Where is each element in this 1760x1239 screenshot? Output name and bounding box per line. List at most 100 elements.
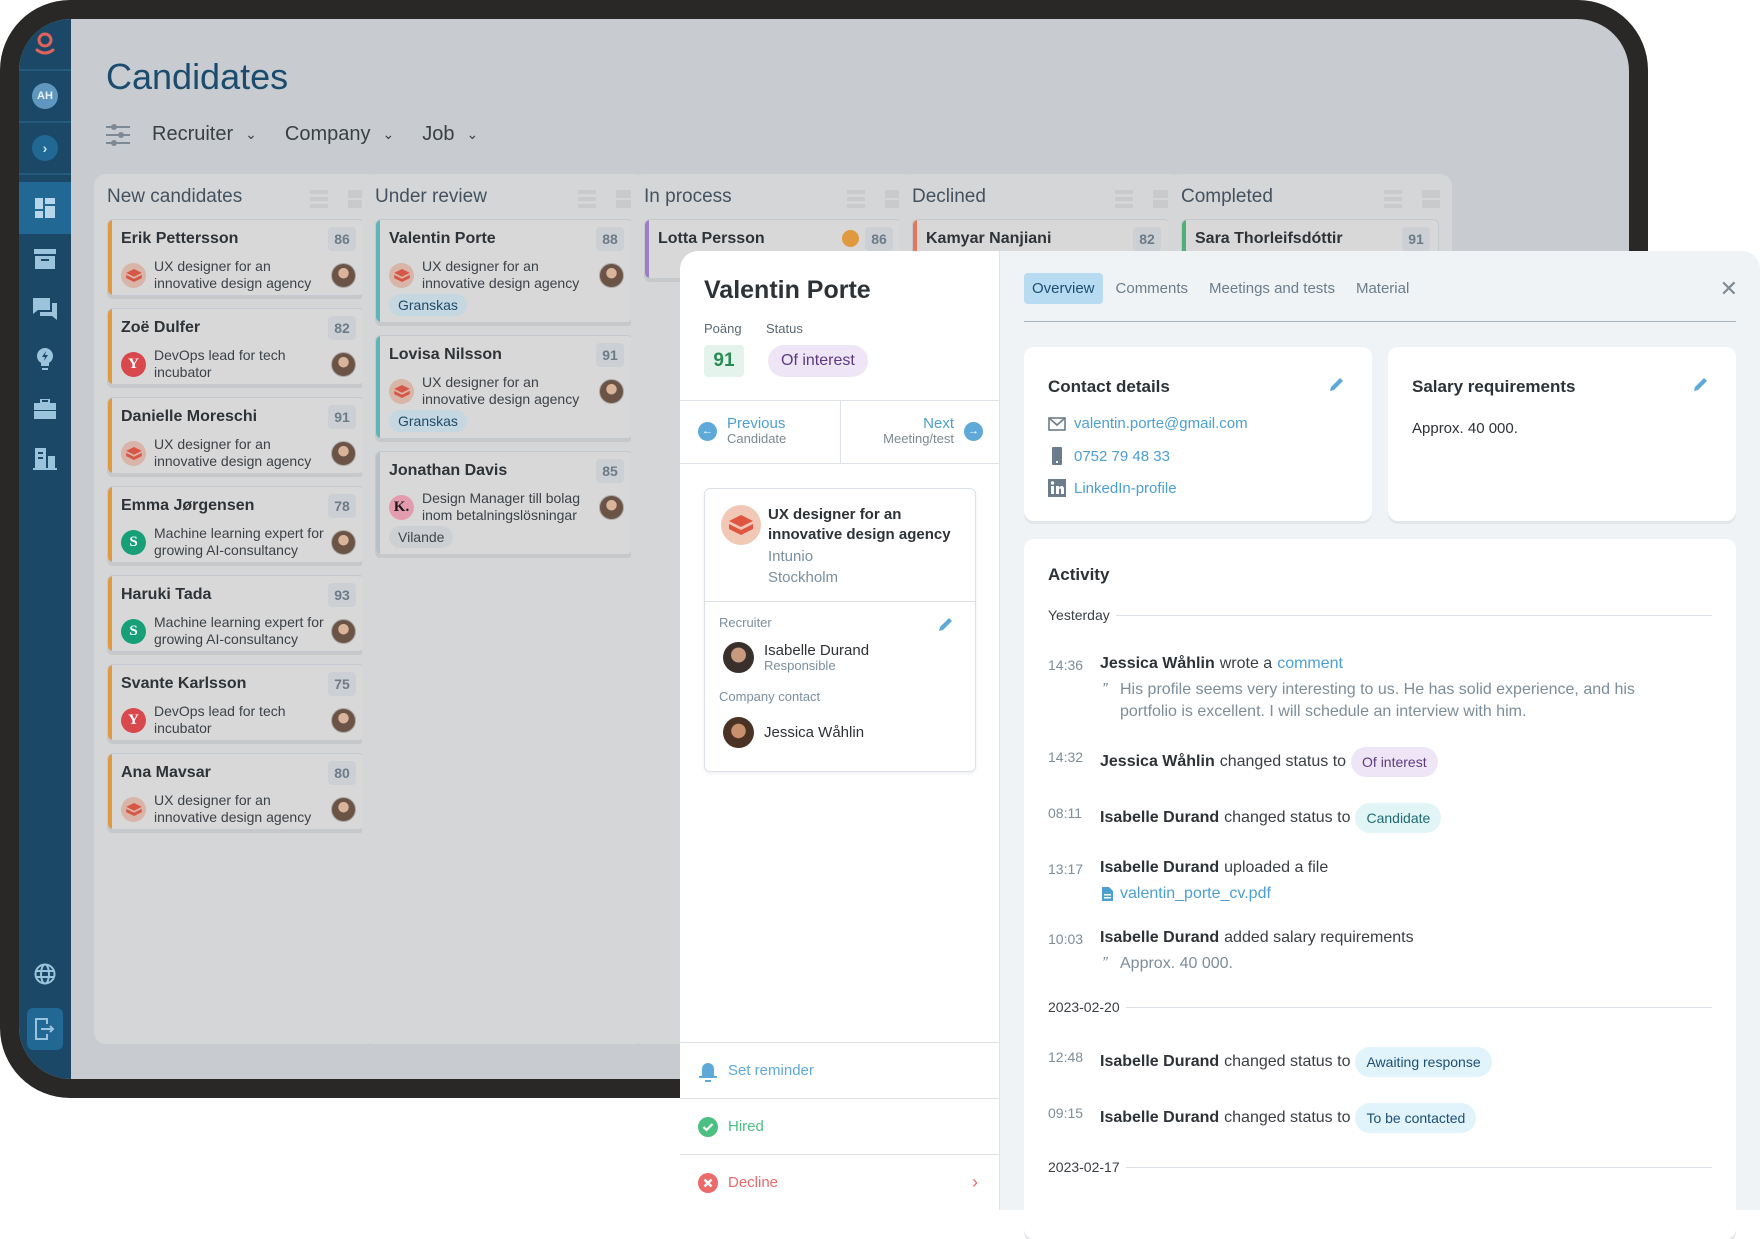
sidebar-item-ideas[interactable] [19, 334, 71, 384]
linkedin-link[interactable]: LinkedIn-profile [1048, 479, 1177, 497]
recruiter[interactable]: Isabelle Durand Responsible [723, 642, 869, 673]
salary-requirements-card: Salary requirements Approx. 40 000. [1388, 347, 1736, 521]
candidate-card[interactable]: Erik Pettersson 86 UX designer for an inno… [107, 219, 365, 296]
list-view-icon[interactable] [847, 190, 865, 208]
edit-contact-button[interactable] [1330, 377, 1344, 396]
company-contact[interactable]: Jessica Wåhlin [723, 717, 864, 748]
edit-salary-button[interactable] [1694, 377, 1708, 396]
event-actor[interactable]: Jessica Wåhlin [1100, 655, 1215, 673]
event-quote: ” Approx. 40 000. [1100, 953, 1680, 975]
linkedin-text: LinkedIn-profile [1074, 479, 1177, 497]
filter-settings-button[interactable] [106, 123, 130, 146]
event-time: 08:11 [1048, 805, 1082, 821]
filter-company[interactable]: Company ⌄ [285, 123, 394, 146]
candidate-card[interactable]: Danielle Moreschi 91 UX designer for an in… [107, 397, 365, 474]
candidate-card[interactable]: Lovisa Nilsson 91 UX designer for an innov… [375, 335, 633, 439]
file-link[interactable]: valentin_porte_cv.pdf [1100, 883, 1680, 905]
column-title: Completed [1181, 186, 1273, 207]
previous-candidate-button[interactable]: ← Previous Candidate [698, 416, 786, 446]
app-logo[interactable] [19, 19, 71, 69]
candidate-name: Valentin Porte [704, 276, 871, 304]
kanban-column: Under review Valentin Porte 88 UX designer … [362, 174, 646, 1044]
email-link[interactable]: valentin.porte@gmail.com [1048, 415, 1248, 432]
score-badge: 93 [328, 583, 356, 607]
edit-recruiter-button[interactable] [939, 617, 953, 636]
tab-meetings-and-tests[interactable]: Meetings and tests [1201, 273, 1343, 304]
candidate-name: Valentin Porte [389, 230, 496, 247]
sidebar-item-messages[interactable] [19, 284, 71, 334]
status-badge[interactable]: Of interest [768, 345, 868, 377]
candidate-name: Danielle Moreschi [121, 408, 258, 425]
user-avatar-button[interactable]: AH [19, 71, 71, 121]
job-card[interactable]: UX designer for an innovative design age… [704, 488, 976, 772]
tab-comments[interactable]: Comments [1108, 273, 1197, 304]
event-actor[interactable]: Isabelle Durand [1100, 859, 1219, 877]
event-actor[interactable]: Isabelle Durand [1100, 809, 1219, 827]
comment-link[interactable]: comment [1277, 655, 1343, 673]
pencil-icon [1694, 378, 1707, 391]
candidate-card[interactable]: Valentin Porte 88 UX designer for an innov… [375, 219, 633, 323]
candidate-card[interactable]: Zoë Dulfer 82 Y DevOps lead for tech incuba… [107, 308, 365, 385]
sidebar-item-dashboard[interactable] [19, 182, 71, 234]
sidebar-item-archive[interactable] [19, 234, 71, 284]
candidate-card[interactable]: Emma Jørgensen 78 S Machine learning expert… [107, 486, 365, 563]
salary-title: Salary requirements [1412, 377, 1576, 396]
job-row: UX designer for an innovative design age… [121, 792, 356, 826]
activity-day-divider: 2023-02-20 [1048, 999, 1712, 1015]
list-view-icon[interactable] [578, 190, 596, 208]
score-badge: 91 [328, 405, 356, 429]
company-logo-icon [389, 262, 414, 288]
set-reminder-label: Set reminder [728, 1062, 814, 1079]
next-step-button[interactable]: Next Meeting/test → [883, 416, 983, 446]
set-reminder-button[interactable]: Set reminder [680, 1043, 1000, 1098]
phone-link[interactable]: 0752 79 48 33 [1048, 447, 1170, 465]
recruiter-avatar [331, 262, 356, 288]
candidate-card[interactable]: Jonathan Davis 85 K. Design Manager till bo… [375, 451, 633, 555]
column-view-toggles [847, 190, 903, 208]
event-time: 12:48 [1048, 1049, 1084, 1065]
sidebar-item-jobs[interactable] [19, 384, 71, 434]
decline-button[interactable]: Decline › [680, 1155, 1000, 1210]
status-badge: To be contacted [1355, 1103, 1477, 1133]
close-icon[interactable]: ✕ [1720, 276, 1738, 302]
sidebar-item-language[interactable] [19, 949, 71, 999]
event-actor[interactable]: Isabelle Durand [1100, 1053, 1219, 1071]
job-title: DevOps lead for tech incubator [154, 703, 286, 736]
event-actor[interactable]: Jessica Wåhlin [1100, 753, 1215, 771]
candidate-card[interactable]: Haruki Tada 93 S Machine learning expert fo… [107, 575, 365, 652]
recruiter-label: Recruiter [719, 615, 772, 630]
candidate-name: Kamyar Nanjiani [926, 230, 1052, 247]
sidebar: AH › [19, 19, 71, 1079]
sidebar-item-companies[interactable] [19, 434, 71, 484]
list-view-icon[interactable] [310, 190, 328, 208]
day-label: 2023-02-20 [1048, 999, 1120, 1015]
previous-sublabel: Candidate [727, 431, 787, 446]
chevron-down-icon: ⌄ [382, 126, 395, 142]
event-actor[interactable]: Isabelle Durand [1100, 929, 1219, 947]
logo-icon [35, 32, 55, 55]
filter-label: Job [422, 123, 455, 145]
status-badge: Of interest [1351, 747, 1438, 777]
tab-material[interactable]: Material [1348, 273, 1417, 304]
list-view-icon[interactable] [1384, 190, 1402, 208]
chevron-right-icon: › [32, 135, 58, 161]
filter-recruiter[interactable]: Recruiter ⌄ [152, 123, 257, 146]
column-view-toggles [1115, 190, 1171, 208]
event-text: Isabelle Durand added salary requirements [1100, 929, 1414, 947]
event-actor[interactable]: Isabelle Durand [1100, 1109, 1219, 1127]
event-action: changed status to [1224, 809, 1351, 826]
filter-job[interactable]: Job ⌄ [422, 123, 478, 146]
company-logo [721, 505, 761, 545]
list-view-icon[interactable] [1115, 190, 1133, 208]
job-title: UX designer for an innovative design age… [154, 436, 312, 469]
expand-sidebar-button[interactable]: › [19, 123, 71, 173]
compact-view-icon[interactable] [1422, 190, 1440, 208]
status-badge: Candidate [1355, 803, 1442, 833]
tab-overview[interactable]: Overview [1024, 273, 1103, 304]
candidate-name: Erik Pettersson [121, 230, 239, 247]
hired-button[interactable]: Hired [680, 1099, 1000, 1154]
recruiter-avatar [723, 642, 754, 673]
candidate-card[interactable]: Ana Mavsar 80 UX designer for an innovativ… [107, 753, 365, 830]
candidate-card[interactable]: Svante Karlsson 75 Y DevOps lead for tech i… [107, 664, 365, 741]
logout-button[interactable] [27, 1008, 63, 1050]
